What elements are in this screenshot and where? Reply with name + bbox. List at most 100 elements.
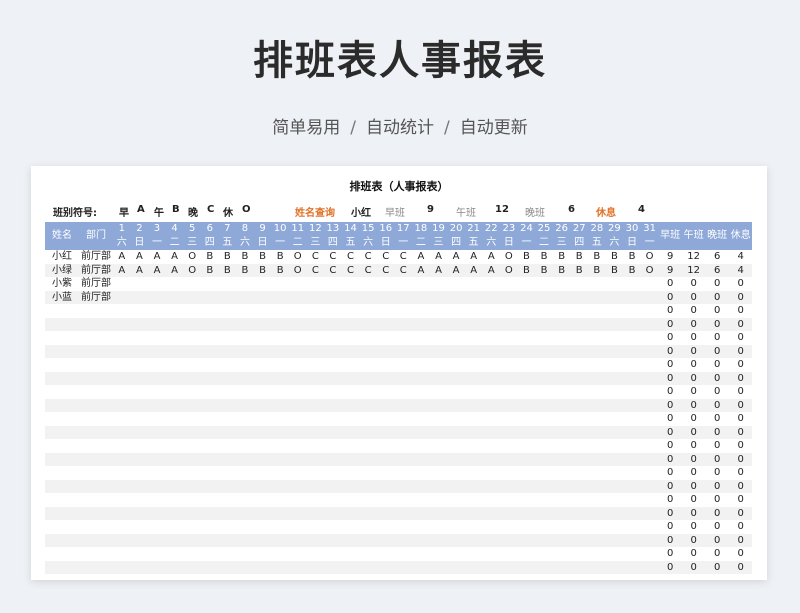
shift-cell[interactable]	[482, 466, 500, 480]
shift-cell[interactable]	[641, 331, 659, 345]
shift-cell[interactable]	[113, 412, 131, 426]
shift-cell[interactable]	[464, 425, 483, 439]
shift-cell[interactable]	[218, 398, 237, 412]
shift-cell[interactable]	[289, 304, 307, 318]
shift-cell[interactable]	[588, 520, 606, 534]
shift-cell[interactable]	[236, 385, 254, 399]
shift-cell[interactable]	[324, 398, 342, 412]
shift-cell[interactable]	[376, 371, 395, 385]
shift-cell[interactable]	[395, 358, 413, 372]
shift-cell[interactable]	[640, 344, 659, 358]
shift-cell[interactable]	[165, 479, 184, 493]
shift-cell[interactable]	[464, 290, 483, 304]
employee-dept[interactable]	[79, 304, 113, 318]
shift-cell[interactable]	[342, 331, 360, 345]
shift-cell[interactable]	[324, 425, 342, 439]
shift-cell[interactable]	[254, 277, 272, 291]
shift-cell[interactable]	[500, 466, 518, 480]
shift-cell[interactable]	[552, 533, 571, 547]
shift-cell[interactable]	[588, 385, 606, 399]
shift-cell[interactable]	[412, 290, 430, 304]
shift-cell[interactable]	[183, 385, 201, 399]
shift-cell[interactable]	[447, 317, 465, 331]
employee-name[interactable]	[45, 560, 79, 574]
shift-cell[interactable]	[430, 520, 448, 534]
shift-cell[interactable]	[640, 452, 659, 466]
shift-cell[interactable]	[341, 398, 360, 412]
shift-cell[interactable]	[324, 317, 342, 331]
shift-cell[interactable]	[605, 452, 624, 466]
shift-cell[interactable]	[236, 290, 254, 304]
shift-cell[interactable]	[430, 385, 448, 399]
shift-cell[interactable]	[148, 277, 166, 291]
shift-cell[interactable]	[359, 398, 377, 412]
shift-cell[interactable]	[131, 277, 149, 291]
shift-cell[interactable]: C	[342, 250, 360, 264]
shift-cell[interactable]	[166, 466, 184, 480]
employee-name[interactable]: 小绿	[45, 263, 79, 277]
shift-cell[interactable]	[552, 344, 571, 358]
shift-cell[interactable]	[307, 385, 325, 399]
shift-cell[interactable]	[640, 317, 659, 331]
employee-name[interactable]	[45, 506, 79, 520]
shift-cell[interactable]	[552, 452, 571, 466]
employee-name[interactable]	[45, 493, 79, 507]
shift-cell[interactable]	[377, 277, 395, 291]
shift-cell[interactable]	[394, 317, 413, 331]
shift-cell[interactable]	[482, 331, 500, 345]
shift-cell[interactable]	[570, 520, 588, 534]
shift-cell[interactable]	[605, 317, 624, 331]
shift-cell[interactable]	[623, 358, 641, 372]
shift-cell[interactable]	[641, 439, 659, 453]
shift-cell[interactable]	[324, 439, 342, 453]
shift-cell[interactable]	[606, 331, 624, 345]
shift-cell[interactable]	[376, 425, 395, 439]
shift-cell[interactable]	[201, 547, 219, 561]
shift-cell[interactable]	[342, 304, 360, 318]
shift-cell[interactable]	[465, 277, 483, 291]
shift-cell[interactable]	[253, 425, 272, 439]
shift-cell[interactable]: B	[605, 263, 624, 277]
shift-cell[interactable]	[429, 425, 448, 439]
shift-cell[interactable]	[482, 533, 501, 547]
shift-cell[interactable]	[430, 331, 448, 345]
employee-name[interactable]	[45, 344, 79, 358]
shift-cell[interactable]	[518, 331, 536, 345]
shift-cell[interactable]	[500, 547, 518, 561]
shift-cell[interactable]	[570, 452, 589, 466]
shift-cell[interactable]	[412, 452, 430, 466]
name-query-input[interactable]: 小红	[351, 204, 371, 219]
shift-cell[interactable]	[236, 371, 254, 385]
shift-cell[interactable]	[429, 479, 448, 493]
shift-cell[interactable]	[113, 317, 131, 331]
shift-cell[interactable]	[113, 371, 131, 385]
shift-cell[interactable]	[482, 358, 500, 372]
shift-cell[interactable]	[289, 520, 307, 534]
shift-cell[interactable]	[588, 506, 606, 520]
shift-cell[interactable]	[359, 493, 377, 507]
shift-cell[interactable]	[570, 317, 589, 331]
shift-cell[interactable]	[341, 290, 360, 304]
shift-cell[interactable]	[289, 331, 307, 345]
shift-cell[interactable]	[271, 466, 289, 480]
shift-cell[interactable]	[165, 290, 184, 304]
shift-cell[interactable]	[447, 425, 465, 439]
shift-cell[interactable]	[377, 358, 395, 372]
shift-cell[interactable]	[570, 533, 589, 547]
shift-cell[interactable]: A	[113, 250, 131, 264]
shift-cell[interactable]	[113, 385, 131, 399]
shift-cell[interactable]	[253, 398, 272, 412]
shift-cell[interactable]	[342, 547, 360, 561]
shift-cell[interactable]: C	[307, 250, 325, 264]
employee-name[interactable]: 小蓝	[45, 290, 79, 304]
shift-cell[interactable]	[254, 520, 272, 534]
shift-cell[interactable]	[465, 520, 483, 534]
shift-cell[interactable]	[165, 371, 184, 385]
shift-cell[interactable]	[641, 358, 659, 372]
employee-dept[interactable]	[79, 425, 113, 439]
employee-name[interactable]	[45, 479, 79, 493]
shift-cell[interactable]: O	[289, 250, 307, 264]
shift-cell[interactable]	[219, 358, 237, 372]
shift-cell[interactable]	[500, 479, 518, 493]
shift-cell[interactable]: A	[482, 250, 500, 264]
